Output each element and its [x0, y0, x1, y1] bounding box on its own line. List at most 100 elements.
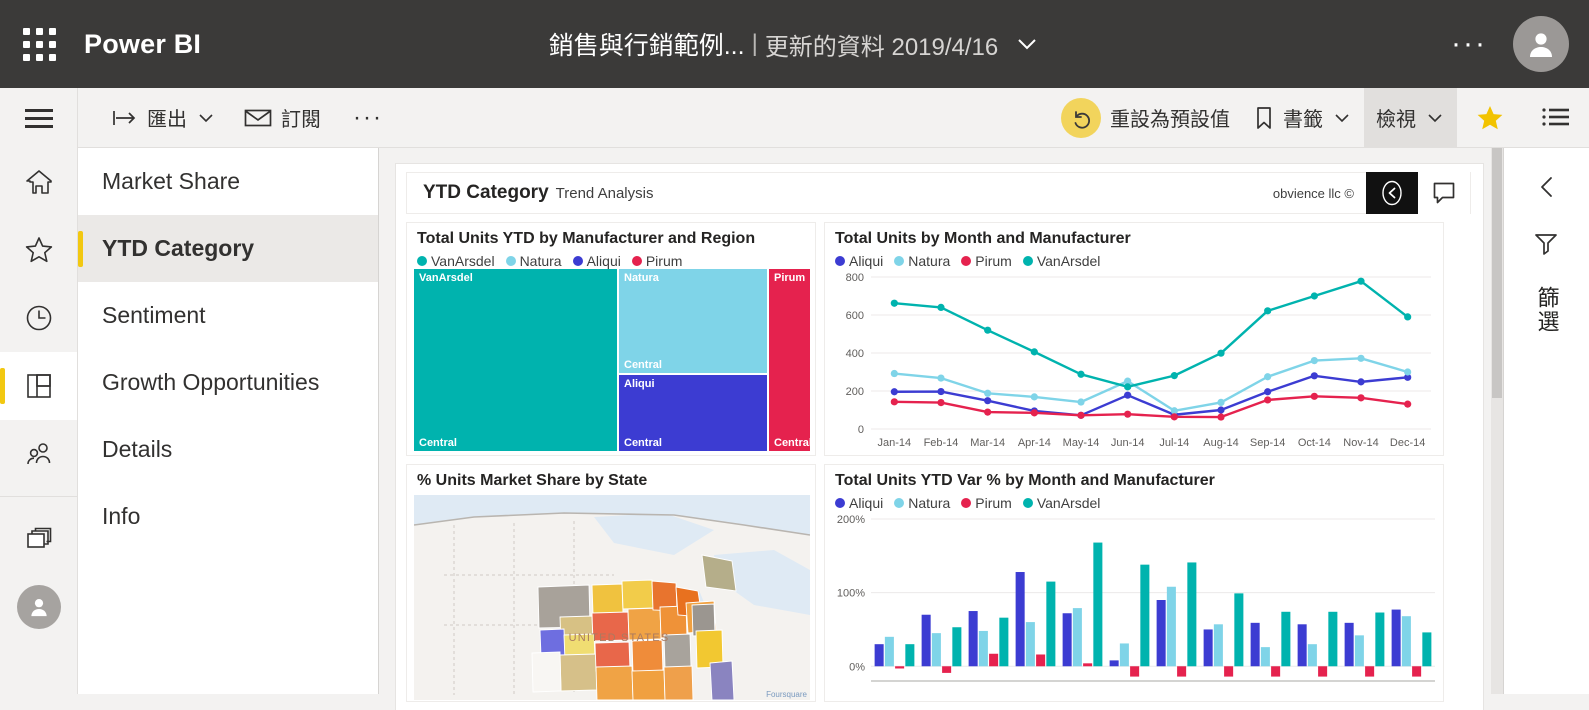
obvience-logo-button[interactable]: [1366, 172, 1418, 214]
legend-item-vanarsdel[interactable]: VanArsdel: [417, 253, 495, 269]
bar-natura[interactable]: [884, 636, 894, 667]
scrollbar-thumb[interactable]: [1492, 148, 1502, 398]
bar-vanarsdel[interactable]: [1422, 632, 1432, 667]
bar-vanarsdel[interactable]: [1093, 542, 1103, 667]
page-item-info[interactable]: Info: [78, 483, 378, 550]
map-state-region[interactable]: [621, 579, 654, 610]
subscribe-button[interactable]: 訂閱: [232, 88, 333, 148]
app-launcher-button[interactable]: [0, 0, 78, 88]
bar-vanarsdel[interactable]: [905, 644, 915, 667]
sidebar-item-workspaces[interactable]: [0, 505, 77, 573]
treemap-visual[interactable]: Total Units YTD by Manufacturer and Regi…: [406, 222, 816, 456]
bar-pirum[interactable]: [1412, 666, 1422, 677]
bar-vanarsdel[interactable]: [1328, 611, 1338, 667]
reset-to-default-button[interactable]: 重設為預設值: [1049, 88, 1242, 148]
command-bar-more-button[interactable]: ···: [337, 104, 399, 132]
bar-aliqui[interactable]: [1203, 629, 1213, 667]
page-item-details[interactable]: Details: [78, 416, 378, 483]
bar-aliqui[interactable]: [1109, 660, 1119, 667]
nav-menu-button[interactable]: [0, 88, 77, 148]
expand-filter-pane-button[interactable]: [1534, 174, 1560, 205]
topbar-more-button[interactable]: ···: [1435, 29, 1503, 59]
bar-natura[interactable]: [1025, 622, 1035, 667]
sidebar-item-apps[interactable]: [0, 352, 77, 420]
bar-natura[interactable]: [1260, 647, 1270, 667]
bar-vanarsdel[interactable]: [1187, 562, 1197, 667]
map-state-region[interactable]: [701, 554, 737, 592]
map-visual[interactable]: % Units Market Share by State UNITED STA…: [406, 464, 816, 702]
view-button[interactable]: 檢視: [1364, 87, 1457, 148]
bar-vanarsdel[interactable]: [1046, 581, 1056, 667]
funnel-icon[interactable]: [1533, 229, 1561, 262]
map-plot[interactable]: UNITED STATES Foursquare: [414, 495, 810, 700]
bar-aliqui[interactable]: [1156, 600, 1166, 667]
map-state-region[interactable]: [631, 639, 664, 675]
legend-item-vanarsdel[interactable]: VanArsdel: [1022, 495, 1100, 511]
list-view-button[interactable]: [1523, 106, 1589, 130]
legend-item-aliqui[interactable]: Aliqui: [835, 495, 883, 511]
bar-aliqui[interactable]: [1062, 613, 1072, 667]
treemap-cell-aliqui[interactable]: Aliqui Central: [619, 375, 767, 451]
bar-natura[interactable]: [1119, 643, 1129, 667]
bar-vanarsdel[interactable]: [1234, 593, 1244, 667]
treemap-plot[interactable]: VanArsdel Central Natura Central Aliqui Centr…: [414, 269, 810, 451]
bar-aliqui[interactable]: [1250, 622, 1260, 667]
map-state-region[interactable]: [559, 653, 598, 692]
legend-item-natura[interactable]: Natura: [894, 253, 950, 269]
legend-item-pirum[interactable]: Pirum: [961, 495, 1012, 511]
bar-pirum[interactable]: [1083, 663, 1093, 667]
bar-vanarsdel[interactable]: [1281, 611, 1291, 667]
favorite-button[interactable]: [1457, 103, 1523, 133]
page-item-growth-opportunities[interactable]: Growth Opportunities: [78, 349, 378, 416]
map-state-region[interactable]: [663, 665, 694, 700]
bar-vanarsdel[interactable]: [999, 617, 1009, 667]
legend-item-pirum[interactable]: Pirum: [631, 253, 682, 269]
bar-natura[interactable]: [1072, 608, 1082, 667]
bar-pirum[interactable]: [989, 653, 999, 667]
legend-item-pirum[interactable]: Pirum: [961, 253, 1012, 269]
avatar[interactable]: [1513, 16, 1569, 72]
sidebar-item-favorites[interactable]: [0, 216, 77, 284]
treemap-cell-vanarsdel[interactable]: VanArsdel Central: [414, 269, 617, 451]
bar-aliqui[interactable]: [968, 611, 978, 667]
bar-pirum[interactable]: [1318, 666, 1328, 677]
bar-pirum[interactable]: [895, 666, 905, 669]
bar-natura[interactable]: [1401, 616, 1411, 667]
legend-item-natura[interactable]: Natura: [505, 253, 562, 269]
map-state-region[interactable]: [591, 583, 624, 615]
legend-item-aliqui[interactable]: Aliqui: [572, 253, 621, 269]
page-item-sentiment[interactable]: Sentiment: [78, 282, 378, 349]
bar-aliqui[interactable]: [1391, 609, 1401, 667]
bar-aliqui[interactable]: [874, 644, 884, 667]
line-chart-plot[interactable]: 0 200 400 600 800 Jan-14 Feb-14 Mar-14 Apr-14 May…: [825, 269, 1445, 455]
bar-natura[interactable]: [978, 630, 988, 667]
treemap-cell-natura[interactable]: Natura Central: [619, 269, 767, 373]
treemap-cell-pirum[interactable]: Pirum Central: [769, 269, 810, 451]
page-item-ytd-category[interactable]: YTD Category: [78, 215, 378, 282]
bar-aliqui[interactable]: [1344, 622, 1354, 667]
bookmarks-button[interactable]: 書籤: [1242, 88, 1364, 148]
map-state-region[interactable]: [709, 660, 735, 700]
legend-item-aliqui[interactable]: Aliqui: [835, 253, 883, 269]
sidebar-item-home[interactable]: [0, 148, 77, 216]
bar-natura[interactable]: [1354, 635, 1364, 667]
map-state-region[interactable]: [595, 665, 634, 700]
bar-natura[interactable]: [1213, 624, 1223, 667]
report-title[interactable]: 銷售與行銷範例...: [549, 26, 745, 62]
bar-pirum[interactable]: [1271, 666, 1281, 677]
bar-pirum[interactable]: [942, 666, 952, 673]
bar-aliqui[interactable]: [1015, 572, 1025, 667]
bar-natura[interactable]: [1307, 644, 1317, 667]
bar-vanarsdel[interactable]: [1375, 612, 1385, 667]
bar-pirum[interactable]: [1177, 666, 1187, 677]
sidebar-item-profile[interactable]: [0, 573, 77, 641]
bar-chart-plot[interactable]: 0% 100% 200%: [825, 511, 1445, 703]
bar-natura[interactable]: [1166, 586, 1176, 667]
bar-vanarsdel[interactable]: [952, 627, 962, 667]
canvas-scrollbar[interactable]: [1491, 148, 1503, 694]
bar-vanarsdel[interactable]: [1140, 564, 1150, 667]
chevron-down-icon[interactable]: [1014, 31, 1040, 57]
bar-aliqui[interactable]: [1297, 624, 1307, 667]
bar-aliqui[interactable]: [921, 614, 931, 667]
line-chart-visual[interactable]: Total Units by Month and Manufacturer Al…: [824, 222, 1444, 456]
